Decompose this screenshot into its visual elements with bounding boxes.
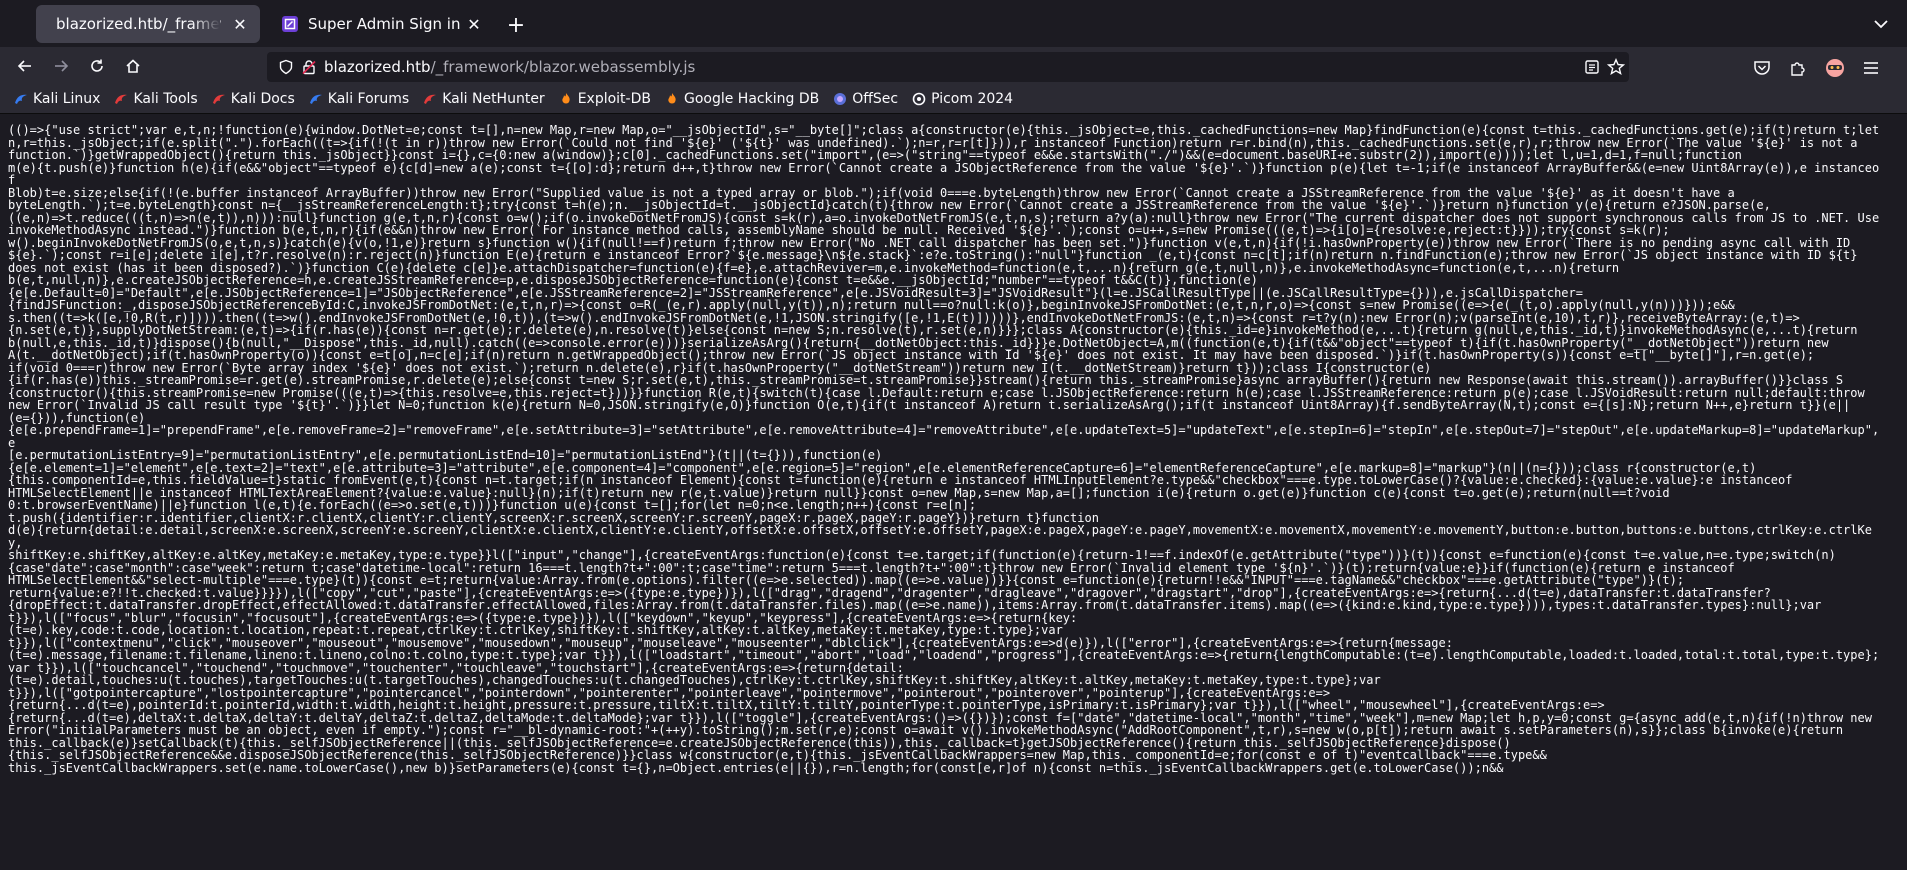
bookmark-label: Google Hacking DB	[683, 91, 820, 107]
reload-icon	[91, 59, 103, 72]
code-line: this._jsEventCallbackWrappers.set(e.name…	[8, 760, 1504, 775]
new-tab-button[interactable]: +	[502, 13, 530, 38]
ghdb-icon	[665, 92, 679, 106]
close-tab-icon[interactable]: ✕	[464, 14, 484, 34]
reload-button[interactable]	[82, 52, 112, 80]
kali-dragon-icon	[114, 92, 128, 106]
kali-dragon-icon	[423, 92, 437, 106]
bookmark-exploit-db[interactable]: Exploit-DB	[559, 86, 651, 112]
kali-dragon-icon	[212, 92, 226, 106]
back-button[interactable]	[10, 52, 40, 80]
vertical-scrollbar[interactable]	[1893, 114, 1907, 870]
bookmark-kali-tools[interactable]: Kali Tools	[114, 86, 198, 112]
url-text[interactable]: blazorized.htb/_framework/blazor.webasse…	[324, 58, 695, 76]
kali-dragon-icon	[309, 92, 323, 106]
bookmarks-toolbar: Kali Linux Kali Tools Kali Docs Kali For…	[0, 85, 1907, 114]
javascript-source-view: (()=>{"use strict";var e,t,n;!function(e…	[0, 114, 1884, 774]
home-icon	[126, 59, 140, 73]
bookmark-label: OffSec	[852, 91, 899, 107]
code-line: m(e){t.push(e)}function h(e){if(e&&"obje…	[8, 160, 1880, 187]
bookmark-picom-2024[interactable]: Picom 2024	[912, 86, 1013, 112]
code-line: {e[e.prependFrame=1]="prependFrame",e[e.…	[8, 423, 1880, 450]
code-line: d(e){return{detail:e.detail,screenX:e.sc…	[8, 523, 1872, 550]
url-path: /_framework/blazor.webassembly.js	[430, 58, 696, 76]
tracking-protection-shield-icon[interactable]	[277, 58, 295, 76]
bookmark-kali-forums[interactable]: Kali Forums	[309, 86, 409, 112]
picom-icon	[912, 92, 926, 106]
page-content: (()=>{"use strict";var e,t,n;!function(e…	[0, 114, 1892, 870]
extensions-puzzle-icon[interactable]	[1787, 57, 1809, 79]
close-tab-icon[interactable]: ✕	[230, 14, 250, 34]
home-button[interactable]	[118, 52, 148, 80]
bookmark-label: Kali Forums	[327, 91, 410, 107]
arrow-left-icon	[17, 60, 31, 72]
bookmark-kali-nethunter[interactable]: Kali NetHunter	[423, 86, 545, 112]
bookmark-kali-linux[interactable]: Kali Linux	[14, 86, 100, 112]
account-avatar-icon[interactable]	[1824, 57, 1846, 79]
hamburger-menu-icon[interactable]	[1860, 57, 1882, 79]
bookmark-label: Kali NetHunter	[442, 91, 545, 107]
blazor-favicon-icon	[282, 16, 298, 32]
tab-super-admin-sign-in[interactable]: Super Admin Sign in ✕	[270, 5, 494, 43]
kali-dragon-icon	[14, 92, 28, 106]
code-line: new Error(`Invalid JS call result type '…	[8, 398, 1851, 412]
bookmark-star-icon[interactable]	[1607, 58, 1625, 76]
arrow-right-icon	[55, 60, 69, 72]
bookmark-google-hacking-db[interactable]: Google Hacking DB	[665, 86, 819, 112]
tab-title: Super Admin Sign in	[308, 15, 461, 33]
bookmark-label: Kali Docs	[230, 91, 295, 107]
address-bar[interactable]: blazorized.htb/_framework/blazor.webasse…	[267, 52, 1629, 82]
list-all-tabs-chevron-icon[interactable]	[1869, 12, 1893, 36]
reader-view-icon[interactable]	[1583, 58, 1601, 76]
offsec-icon	[833, 92, 847, 106]
tab-blazor-webassembly-js[interactable]: blazorized.htb/_framework/blazor.webasse…	[36, 5, 260, 43]
bookmark-label: Picom 2024	[931, 91, 1014, 107]
url-host: blazorized.htb	[324, 58, 431, 76]
tab-strip: blazorized.htb/_framework/blazor.webasse…	[0, 0, 1907, 47]
exploit-db-icon	[559, 92, 573, 106]
bookmark-label: Kali Linux	[33, 91, 101, 107]
bookmark-label: Exploit-DB	[577, 91, 651, 107]
pocket-icon[interactable]	[1751, 57, 1773, 79]
bookmark-kali-docs[interactable]: Kali Docs	[212, 86, 295, 112]
insecure-lock-icon[interactable]	[300, 58, 318, 76]
bookmark-label: Kali Tools	[133, 91, 198, 107]
forward-button[interactable]	[46, 52, 76, 80]
bookmark-offsec[interactable]: OffSec	[833, 86, 898, 112]
